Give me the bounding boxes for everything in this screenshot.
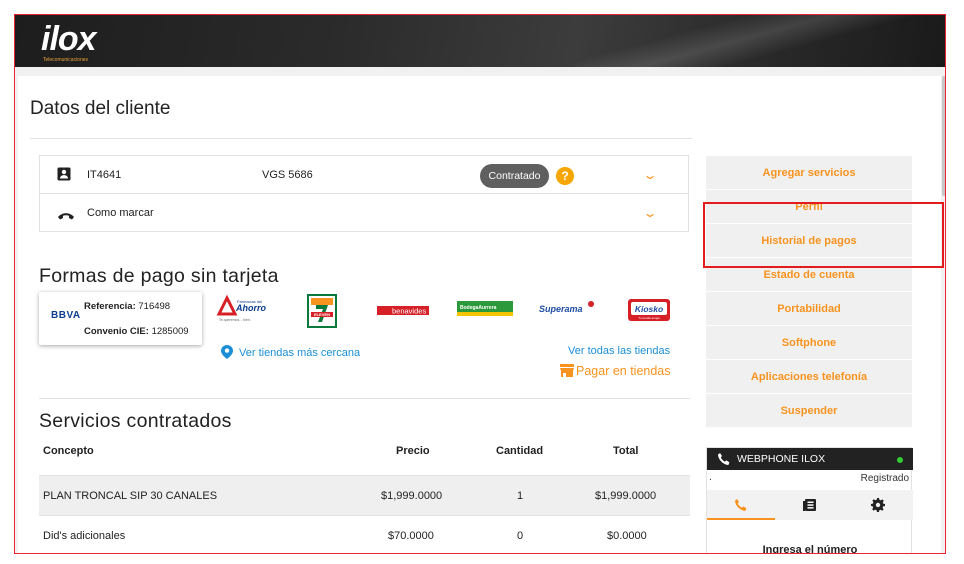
help-icon[interactable]: ? [556,167,574,185]
cell-concepto: Did's adicionales [43,530,126,542]
cell-precio: $70.0000 [388,530,434,542]
kiosko-text: Kiosko [635,304,663,314]
table-row[interactable]: Did's adicionales $70.0000 0 $0.0000 [39,515,690,553]
store-logo-bodega-aurrera[interactable]: BodegaAurrera [456,294,516,328]
kiosko-tagline: Tu tienda amiga [638,316,660,320]
bbva-logo: BBVA [51,310,81,321]
phone-hangup-icon [57,207,75,225]
sidebar-item-aplicaciones-telefonia[interactable]: Aplicaciones telefonía [706,359,912,393]
ahorro-tagline: Te queremos... bien. [219,318,251,322]
column-header-cantidad: Cantidad [496,445,544,457]
column-header-total: Total [613,445,639,457]
chevron-down-icon[interactable]: ⌄ [642,206,657,220]
benavides-text: benavides [392,307,426,316]
services-section-title: Servicios contratados [39,410,232,432]
brand-tagline: Telecomunicaciones [43,57,89,63]
store-logo-7-eleven[interactable]: ELEVEN [307,294,337,328]
tab-dialer[interactable] [707,490,775,520]
reference-value: 716498 [138,301,171,312]
cie-value: 1285009 [151,326,189,337]
location-pin-icon [221,345,233,359]
reference-label: Referencia: [84,301,136,312]
sidebar-item-suspender[interactable]: Suspender [706,393,912,427]
client-row[interactable]: IT4641 VGS 5686 Contratado ? ⌄ [40,156,688,194]
table-row[interactable]: PLAN TRONCAL SIP 30 CANALES $1,999.0000 … [39,475,690,515]
pay-in-stores-link[interactable]: Pagar en tiendas [560,364,671,378]
store-logo-farmacias-ahorro[interactable]: Farmacias del Ahorro Te queremos... bien. [216,294,268,328]
divider [30,138,692,139]
brand-logo[interactable]: ilox [41,22,97,56]
client-name: VGS 5686 [262,169,313,181]
dial-instructions-row[interactable]: Como marcar ⌄ [40,194,688,232]
cell-total: $1,999.0000 [595,490,657,502]
pay-in-stores-label: Pagar en tiendas [576,364,671,378]
scrollbar[interactable] [942,76,945,196]
gear-icon [871,498,885,512]
tab-settings[interactable] [844,490,912,520]
webphone-status-prefix: . [709,472,712,483]
app-frame: ilox Telecomunicaciones Datos del client… [14,14,946,554]
page-title: Datos del cliente [30,98,171,119]
payment-section-title: Formas de pago sin tarjeta [39,265,279,287]
contacts-book-icon [803,499,816,511]
cell-total: $0.0000 [607,530,647,542]
phone-icon [718,453,730,465]
status-badge: Contratado [480,164,549,188]
store-logo-superama[interactable]: Superama [536,294,596,328]
tab-contacts[interactable] [776,490,844,520]
cie-label: Convenio CIE: [84,326,149,337]
ahorro-text: Ahorro [235,303,266,313]
all-stores-link[interactable]: Ver todas las tiendas [568,345,670,357]
aurrera-text: BodegaAurrera [460,305,497,311]
webphone-widget: WEBPHONE ILOX . Registrado Ingresa el nú… [706,447,913,554]
phone-icon [735,499,747,511]
superama-text: Superama [539,304,583,314]
cell-cantidad: 1 [517,490,524,502]
dial-prompt: Ingresa el número [762,544,858,554]
bbva-reference-card: BBVA Referencia: 716498 Convenio CIE: 12… [39,292,202,345]
reference-line: Referencia: 716498 [84,301,170,312]
column-header-precio: Precio [396,445,430,457]
nearby-stores-label: Ver tiendas más cercana [239,347,361,359]
seven-eleven-text: ELEVEN [314,312,330,317]
header-decoration [575,15,945,67]
highlight-box [703,202,944,268]
cie-line: Convenio CIE: 1285009 [84,326,189,337]
online-status-dot [897,457,903,463]
client-info-card: IT4641 VGS 5686 Contratado ? ⌄ Como marc… [39,155,689,232]
cell-precio: $1,999.0000 [381,490,443,502]
column-header-concepto: Concepto [43,445,94,457]
contact-card-icon [57,167,71,186]
client-id: IT4641 [87,169,122,181]
top-bar: ilox Telecomunicaciones [15,15,945,67]
sidebar-item-softphone[interactable]: Softphone [706,325,912,359]
webphone-tabs [707,490,913,520]
dial-instructions-label: Como marcar [87,207,154,219]
sidebar-item-portabilidad[interactable]: Portabilidad [706,291,912,325]
cell-cantidad: 0 [517,530,524,542]
webphone-status: Registrado [860,473,909,484]
main-panel: Datos del cliente IT4641 VGS 5686 Contra… [18,76,944,554]
webphone-title: WEBPHONE ILOX [737,453,826,465]
cell-concepto: PLAN TRONCAL SIP 30 CANALES [43,490,218,502]
sidebar-item-agregar-servicios[interactable]: Agregar servicios [706,155,912,189]
divider [39,398,690,399]
nearby-stores-link[interactable]: Ver tiendas más cercana [221,345,360,359]
webphone-header: WEBPHONE ILOX [707,448,913,470]
chevron-down-icon[interactable]: ⌄ [642,168,657,182]
store-logo-benavides[interactable]: benavides [375,294,435,328]
store-logo-kiosko[interactable]: Kiosko Tu tienda amiga [626,294,672,328]
store-icon [560,364,574,377]
